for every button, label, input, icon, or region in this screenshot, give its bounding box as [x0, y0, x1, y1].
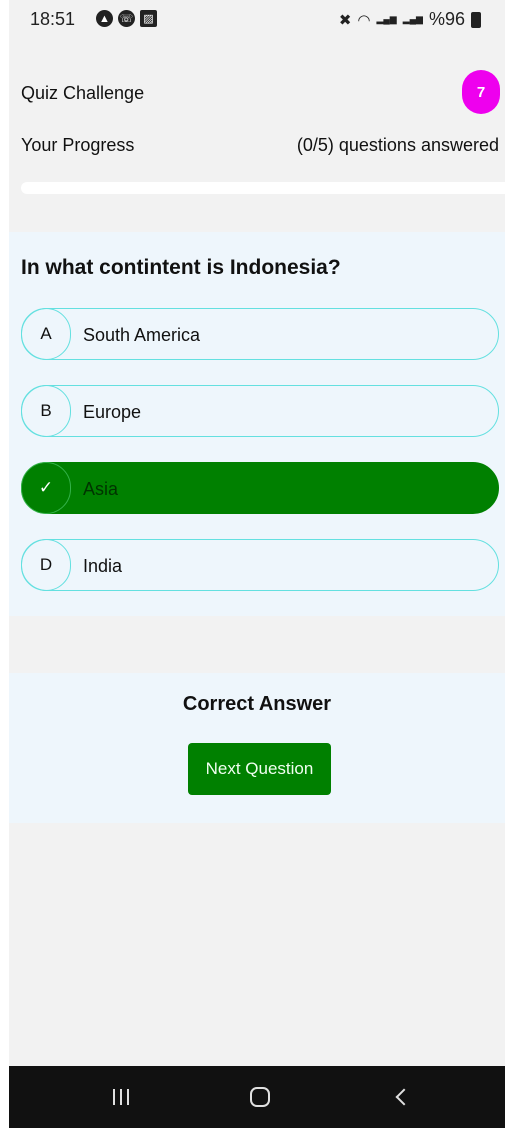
battery-text: %96 — [428, 9, 465, 29]
alert-icon: ▲ — [96, 10, 113, 27]
system-icons: ✖ ◠ ▂▄▆ ▂▄▆ %96 — [339, 9, 481, 30]
signal-lte2-icon: ▂▄▆ — [402, 14, 423, 24]
recents-icon — [113, 1089, 129, 1105]
option-letter: D — [21, 539, 71, 591]
question-card: In what contintent is Indonesia? A South… — [9, 232, 505, 616]
result-card: Correct Answer Next Question — [9, 673, 505, 823]
status-time: 18:51 — [30, 9, 76, 29]
navigation-bar — [9, 1066, 505, 1128]
whatsapp-icon: ☏ — [118, 10, 135, 27]
recents-button[interactable] — [81, 1066, 161, 1128]
question-text: In what contintent is Indonesia? — [21, 256, 341, 279]
option-c[interactable]: ✓ Asia — [21, 462, 499, 514]
status-bar: 18:51 ▲ ☏ ▨ ✖ ◠ ▂▄▆ ▂▄▆ %96 — [9, 0, 505, 40]
check-icon: ✓ — [21, 462, 71, 514]
option-label: India — [83, 556, 123, 576]
back-icon — [395, 1088, 413, 1106]
progress-bar — [21, 182, 505, 194]
option-a[interactable]: A South America — [21, 308, 499, 360]
mute-icon: ✖ — [338, 11, 352, 29]
option-label: South America — [83, 325, 201, 345]
home-icon — [250, 1087, 270, 1107]
progress-label: Your Progress — [21, 135, 135, 155]
option-letter: A — [21, 308, 71, 360]
app-title: Quiz Challenge — [21, 83, 145, 103]
progress-count: (0/5) questions answered — [296, 135, 499, 155]
gallery-icon: ▨ — [140, 10, 157, 27]
app-screen: 18:51 ▲ ☏ ▨ ✖ ◠ ▂▄▆ ▂▄▆ %96 Quiz Challen… — [9, 0, 505, 1128]
option-d[interactable]: D India — [21, 539, 499, 591]
option-letter: B — [21, 385, 71, 437]
battery-icon — [471, 11, 481, 28]
home-button[interactable] — [220, 1066, 300, 1128]
notification-icons: ▲ ☏ ▨ — [96, 10, 157, 27]
option-b[interactable]: B Europe — [21, 385, 499, 437]
option-label: Asia — [83, 479, 119, 499]
back-button[interactable] — [361, 1066, 441, 1128]
score-badge: 7 — [462, 70, 500, 114]
wifi-icon: ◠ — [357, 11, 371, 29]
option-label: Europe — [83, 402, 142, 422]
result-title: Correct Answer — [182, 693, 332, 715]
next-question-button[interactable]: Next Question — [188, 743, 331, 795]
signal-lte1-icon: ▂▄▆ — [376, 14, 397, 24]
